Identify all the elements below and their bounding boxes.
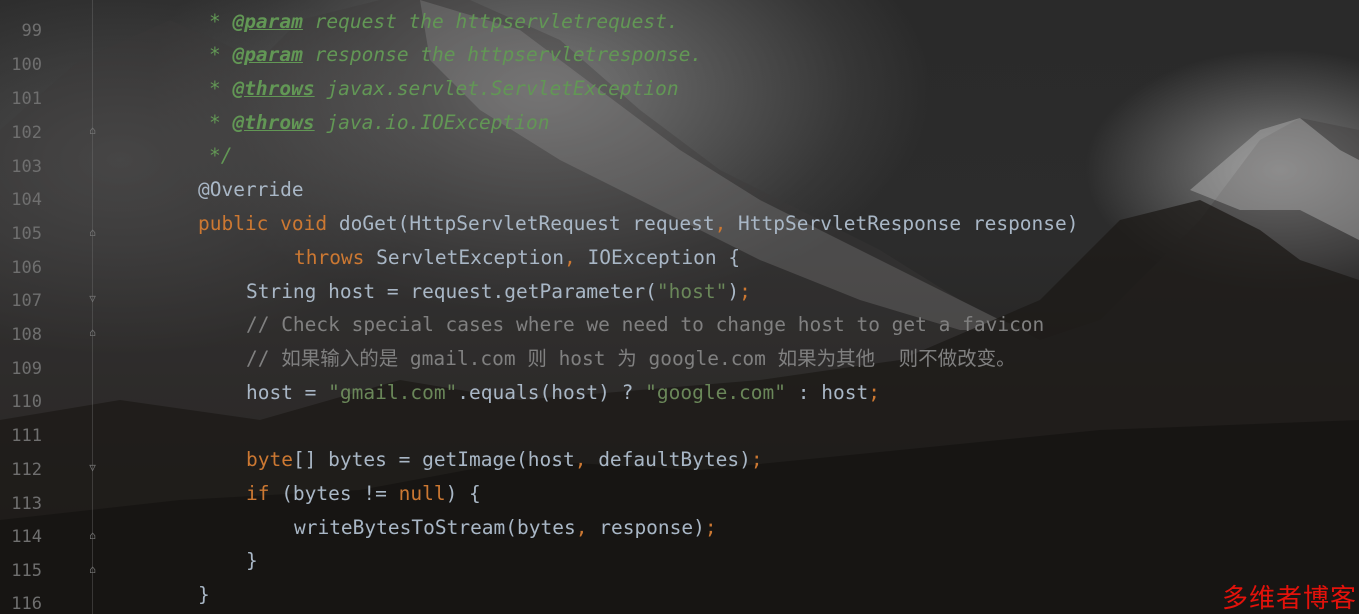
- line-number: 115: [11, 561, 42, 581]
- line-number: 107: [11, 291, 42, 311]
- code-line-get-host[interactable]: String host = request.getParameter("host…: [199, 256, 751, 303]
- javadoc-tag: @throws: [232, 111, 315, 134]
- comma: ,: [574, 448, 587, 471]
- code-line-annotation[interactable]: @Override: [151, 154, 304, 201]
- fold-marker-icon[interactable]: ⌂: [86, 326, 99, 339]
- semicolon: ;: [750, 448, 763, 471]
- fold-guide-line: [92, 0, 93, 614]
- close-brace: }: [197, 583, 210, 606]
- line-number: 113: [11, 494, 42, 514]
- line-number: 105: [11, 224, 42, 244]
- code-line-method-signature[interactable]: public void doGet(HttpServletRequest req…: [151, 188, 1079, 235]
- line-number: 108: [11, 325, 42, 345]
- line-number-gutter: 99 100 101 102 103 104 105 106 107 108 1…: [0, 0, 96, 614]
- javadoc-text: java.io.IOException: [314, 111, 550, 134]
- method-params: HttpServletResponse response): [726, 212, 1079, 235]
- code-line-javadoc[interactable]: * @throws javax.servlet.ServletException: [162, 53, 679, 100]
- semicolon: ;: [868, 381, 880, 404]
- string-literal: "google.com": [645, 381, 787, 404]
- code-line-javadoc[interactable]: * @param request the httpservletrequest.: [162, 0, 679, 33]
- code-line-write-bytes[interactable]: writeBytesToStream(bytes, response);: [247, 492, 717, 539]
- fold-marker-icon[interactable]: ⌂: [86, 226, 99, 239]
- code-text: defaultBytes): [586, 448, 751, 471]
- code-line-close-brace[interactable]: }: [151, 559, 210, 606]
- code-line-comment[interactable]: // 如果输入的是 gmail.com 则 host 为 google.com …: [199, 323, 1016, 370]
- close-brace: }: [245, 549, 258, 572]
- code-line-close-brace[interactable]: }: [199, 525, 258, 572]
- fold-marker-icon[interactable]: ⌂: [86, 563, 99, 576]
- semicolon: ;: [704, 516, 717, 539]
- fold-marker-icon[interactable]: ⌂: [86, 124, 99, 137]
- line-number: 99: [21, 21, 42, 41]
- code-line-throws[interactable]: throws ServletException, IOException {: [247, 222, 740, 269]
- line-number: 103: [11, 157, 42, 177]
- line-number: 106: [11, 258, 42, 278]
- code-line-if[interactable]: if (bytes != null) {: [199, 458, 481, 505]
- code-line-comment[interactable]: // Check special cases where we need to …: [199, 289, 1044, 336]
- fold-marker-icon[interactable]: ⌂: [86, 529, 99, 542]
- code-line-get-image[interactable]: byte[] bytes = getImage(host, defaultByt…: [199, 424, 763, 471]
- line-number: 110: [11, 392, 42, 412]
- code-line-javadoc[interactable]: * @param response the httpservletrespons…: [162, 19, 702, 66]
- fold-marker-icon[interactable]: ▽: [86, 292, 99, 305]
- line-number: 100: [11, 55, 42, 75]
- code-text: : host: [786, 381, 869, 404]
- line-number: 111: [11, 426, 42, 446]
- line-number: 109: [11, 359, 42, 379]
- code-line-javadoc[interactable]: * @throws java.io.IOException: [162, 87, 549, 134]
- string-literal: "gmail.com": [328, 381, 458, 404]
- line-number: 112: [11, 460, 42, 480]
- watermark-text: 多维者博客: [1221, 584, 1357, 614]
- code-editor[interactable]: 99 100 101 102 103 104 105 106 107 108 1…: [0, 0, 1359, 614]
- code-text: response): [587, 516, 705, 539]
- fold-marker-icon[interactable]: ▽: [86, 461, 99, 474]
- code-text: host =: [245, 381, 329, 404]
- line-number: 116: [11, 594, 42, 614]
- code-text: .equals(host) ?: [457, 381, 646, 404]
- comma: ,: [575, 516, 588, 539]
- code-line-javadoc-end[interactable]: */: [162, 120, 232, 167]
- line-number: 101: [11, 89, 42, 109]
- line-number: 114: [11, 527, 42, 547]
- code-line-ternary[interactable]: host = "gmail.com".equals(host) ? "googl…: [199, 357, 880, 404]
- line-number: 104: [11, 190, 42, 210]
- code-text: writeBytesToStream(bytes: [293, 516, 576, 539]
- line-number: 102: [11, 123, 42, 143]
